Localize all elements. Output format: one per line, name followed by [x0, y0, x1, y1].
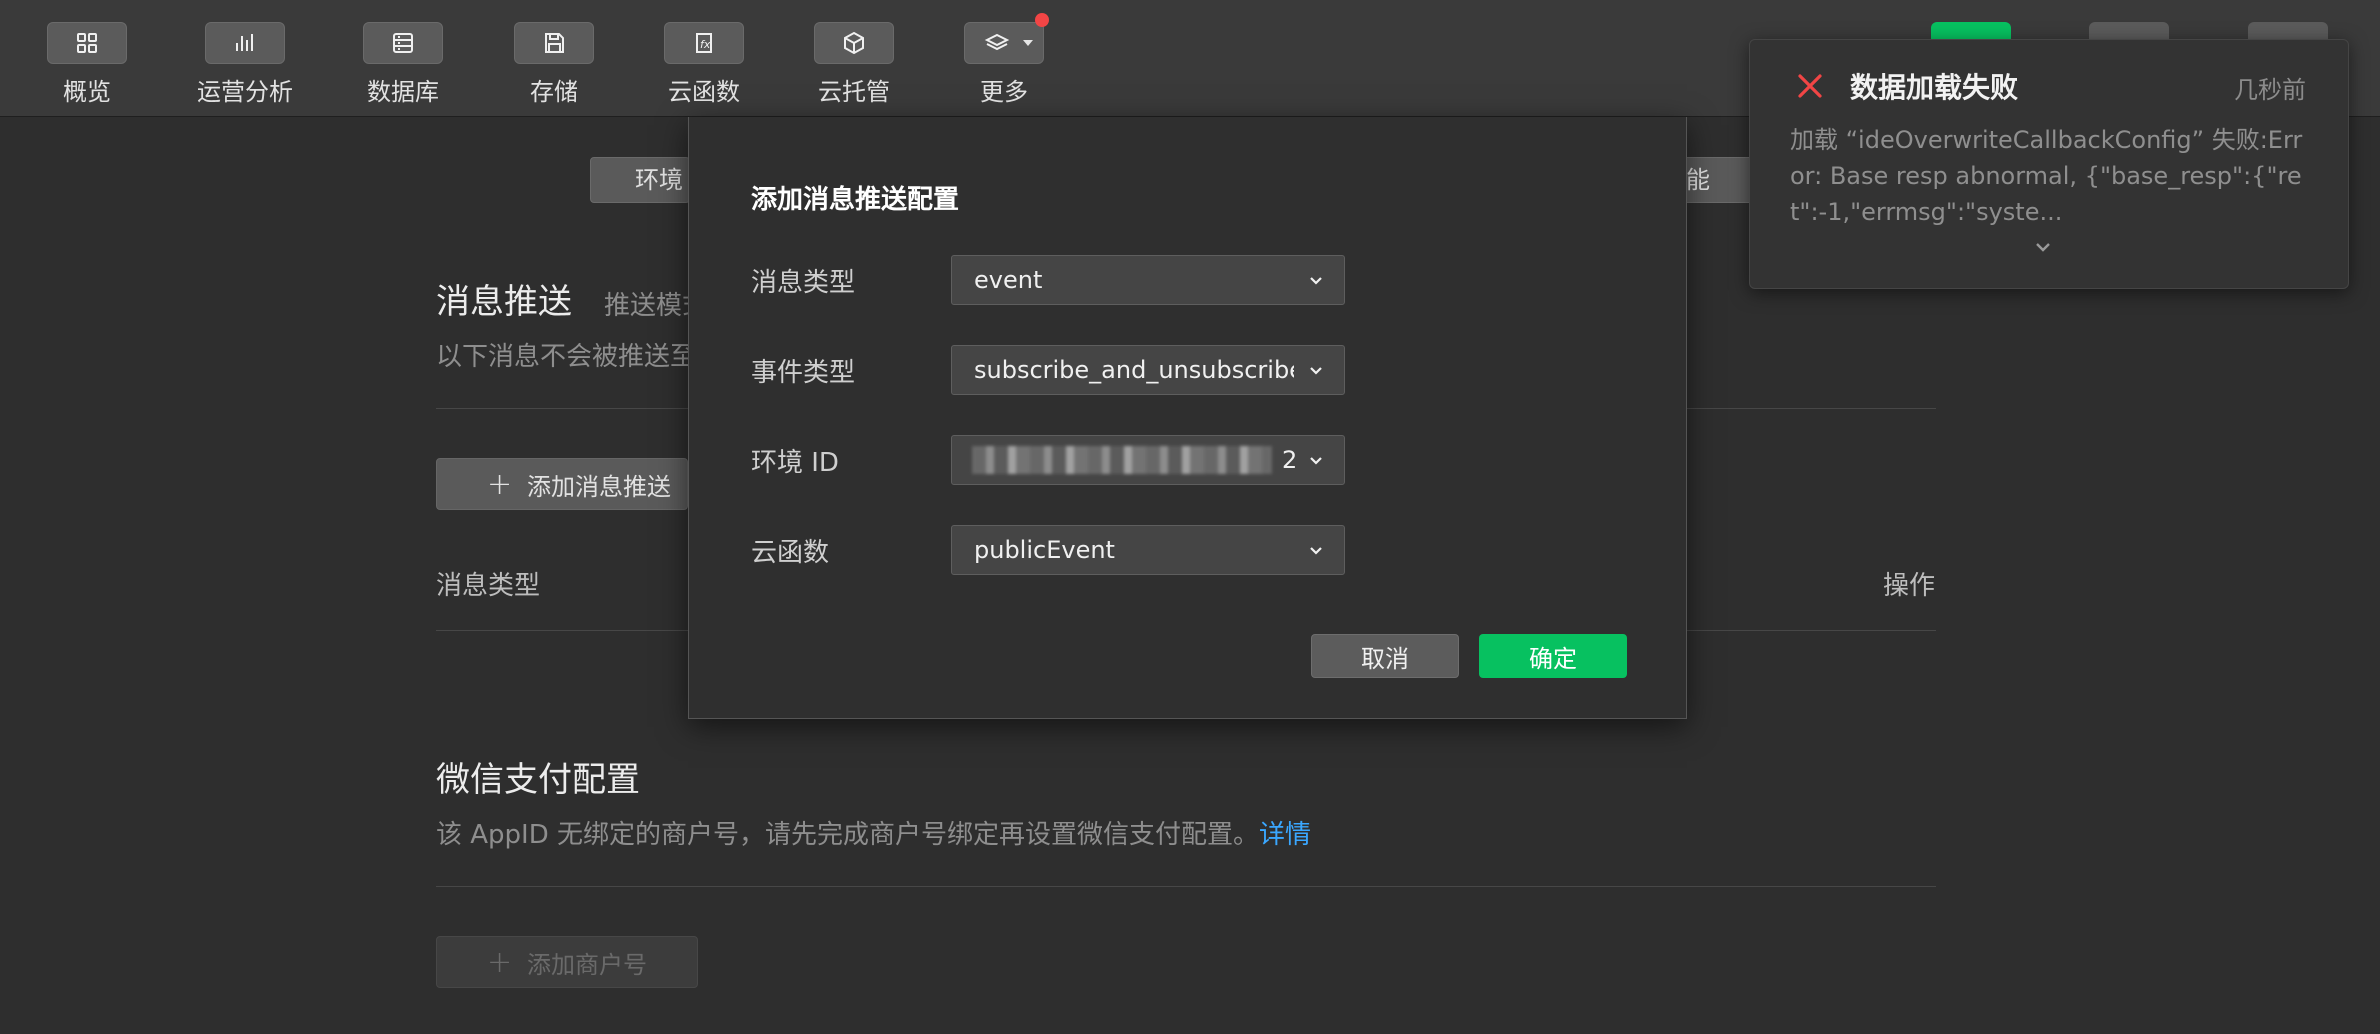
save-icon	[545, 33, 564, 53]
plus-icon: +	[487, 944, 513, 980]
tool-label: 更多	[980, 78, 1028, 106]
divider	[436, 886, 1936, 887]
analytics-button[interactable]	[205, 22, 285, 64]
notification-dot	[1035, 13, 1049, 27]
pay-section-description: 该 AppID 无绑定的商户号，请先完成商户号绑定再设置微信支付配置。详情	[436, 814, 1311, 851]
push-mode-label: 推送模式	[604, 291, 688, 321]
field-label-cloud-function: 云函数	[751, 538, 830, 568]
redacted-env-id	[972, 446, 1272, 474]
col-message-type: 消息类型	[436, 571, 541, 601]
tool-storage[interactable]: 存储	[489, 22, 619, 110]
tool-cloud-function[interactable]: fx 云函数	[639, 22, 769, 110]
tool-overview[interactable]: 概览	[22, 22, 152, 110]
cloud-function-button[interactable]: fx	[664, 22, 744, 64]
confirm-button[interactable]: 确定	[1479, 634, 1627, 678]
tool-cloud-hosting[interactable]: 云托管	[789, 22, 919, 110]
pay-section-title: 微信支付配置	[436, 760, 640, 800]
storage-button[interactable]	[514, 22, 594, 64]
env-id-select[interactable]: 2	[951, 435, 1345, 485]
database-button[interactable]	[363, 22, 443, 64]
database-icon	[393, 33, 413, 53]
tool-label: 云函数	[668, 78, 740, 106]
message-type-value: event	[974, 266, 1043, 294]
cloud-function-value: publicEvent	[974, 536, 1115, 564]
chevron-down-icon[interactable]	[2032, 236, 2054, 258]
add-merchant-label: 添加商户号	[527, 950, 647, 979]
message-type-select[interactable]: event	[951, 255, 1345, 305]
chevron-down-icon	[1310, 547, 1322, 555]
env-id-suffix: 2	[1282, 446, 1298, 474]
detail-link[interactable]: 详情	[1259, 820, 1311, 850]
more-button[interactable]	[964, 13, 1049, 64]
cancel-button[interactable]: 取消	[1311, 634, 1459, 678]
tool-label: 概览	[63, 78, 111, 106]
add-push-config-dialog: 添加消息推送配置 消息类型 event 事件类型 subscribe_and_u…	[688, 117, 1687, 719]
col-action: 操作	[1883, 571, 1936, 601]
notification-body: 加载 “ideOverwriteCallbackConfig” 失败:Error…	[1790, 126, 2303, 226]
caret-down-icon	[1023, 40, 1033, 46]
svg-text:fx: fx	[700, 38, 711, 51]
cloud-function-select[interactable]: publicEvent	[951, 525, 1345, 575]
plus-icon: +	[487, 466, 513, 502]
add-push-label: 添加消息推送	[527, 472, 671, 501]
tool-more[interactable]: 更多	[939, 13, 1069, 110]
field-label-event-type: 事件类型	[751, 358, 856, 388]
tool-label: 云托管	[818, 78, 890, 106]
tool-label: 运营分析	[197, 78, 293, 106]
notification-title: 数据加载失败	[1850, 71, 2019, 104]
cube-icon	[844, 31, 864, 55]
env-selector-label: 环境	[635, 166, 683, 194]
chevron-down-icon	[1310, 457, 1322, 465]
chevron-down-icon	[1310, 367, 1322, 375]
error-close-icon[interactable]	[1794, 70, 1826, 102]
bar-chart-icon	[236, 34, 253, 51]
env-feature-label: 能	[1686, 166, 1710, 194]
dialog-title: 添加消息推送配置	[751, 185, 960, 215]
cloud-hosting-button[interactable]	[814, 22, 894, 64]
grid-icon	[77, 33, 97, 53]
push-section-title: 消息推送	[436, 282, 572, 322]
env-feature-button[interactable]: 能	[1686, 157, 1756, 203]
tool-label: 存储	[530, 78, 578, 106]
error-notification: 数据加载失败 几秒前 加载 “ideOverwriteCallbackConfi…	[1749, 39, 2349, 289]
layers-icon	[984, 33, 1010, 51]
pay-description-text: 该 AppID 无绑定的商户号，请先完成商户号绑定再设置微信支付配置。	[436, 820, 1260, 850]
tool-analytics[interactable]: 运营分析	[180, 22, 310, 110]
function-icon: fx	[696, 33, 712, 53]
push-section-description: 以下消息不会被推送至	[436, 342, 688, 372]
event-type-select[interactable]: subscribe_and_unsubscribe	[951, 345, 1345, 395]
add-push-button[interactable]: + 添加消息推送	[436, 458, 688, 510]
overview-button[interactable]	[47, 22, 127, 64]
tool-label: 数据库	[367, 78, 439, 106]
field-label-message-type: 消息类型	[751, 268, 856, 298]
field-label-env-id: 环境 ID	[751, 448, 839, 478]
tool-database[interactable]: 数据库	[338, 22, 468, 110]
event-type-value: subscribe_and_unsubscribe	[974, 356, 1294, 384]
add-merchant-button[interactable]: + 添加商户号	[436, 936, 698, 988]
env-selector[interactable]: 环境	[590, 157, 690, 203]
notification-time: 几秒前	[2234, 76, 2306, 104]
chevron-down-icon	[1310, 277, 1322, 285]
